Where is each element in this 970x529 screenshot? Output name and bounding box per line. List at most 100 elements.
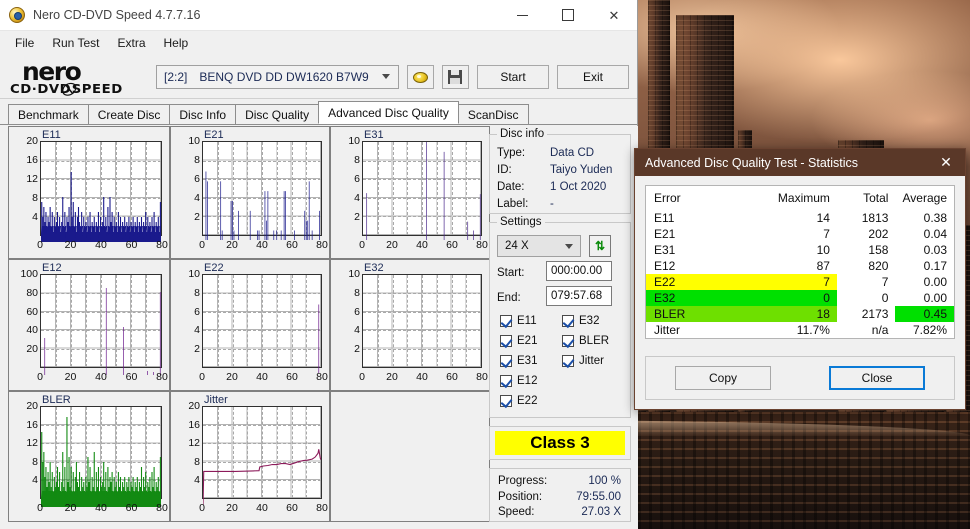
x-tick-label: 60 bbox=[125, 371, 138, 383]
tab-create-disc[interactable]: Create Disc bbox=[87, 104, 171, 124]
drive-select-label: [2:2] BENQ DVD DD DW1620 B7W9 bbox=[164, 69, 369, 84]
x-tick-label: 0 bbox=[37, 239, 43, 251]
data-series bbox=[363, 142, 481, 240]
toolbar: nero CD·DVD⃠SPEED [2:2] BENQ DVD DD DW16… bbox=[0, 55, 637, 99]
speed-select[interactable]: 24 X bbox=[497, 235, 581, 257]
statistics-dialog-title-bar: Advanced Disc Quality Test - Statistics … bbox=[635, 149, 965, 176]
table-row[interactable]: E22 7 7 0.00 bbox=[646, 274, 954, 290]
y-tick-label: 6 bbox=[354, 173, 360, 185]
y-tick-label: 4 bbox=[194, 192, 200, 204]
cell-maximum: 7 bbox=[769, 274, 837, 290]
x-tick-label: 60 bbox=[446, 371, 458, 383]
chart-title: E11 bbox=[42, 129, 61, 141]
y-tick-label: 4 bbox=[194, 474, 200, 487]
nero-main-window: Nero CD-DVD Speed 4.7.7.16 ✕ File Run Te… bbox=[0, 0, 638, 529]
cell-total: 820 bbox=[868, 259, 889, 273]
statistics-close-icon[interactable]: ✕ bbox=[927, 149, 965, 176]
table-row[interactable]: BLER 18 2173 0.45 bbox=[646, 306, 954, 322]
plot-area bbox=[40, 274, 162, 368]
disc-id-label: ID: bbox=[497, 164, 512, 176]
x-tick-label: 0 bbox=[199, 239, 205, 251]
menu-item-extra[interactable]: Extra bbox=[108, 33, 154, 53]
copy-button[interactable]: Copy bbox=[675, 366, 771, 390]
cell-average: 0.04 bbox=[923, 227, 947, 241]
end-time-label: End: bbox=[497, 292, 521, 304]
window-controls: ✕ bbox=[499, 0, 637, 31]
menu-item-help[interactable]: Help bbox=[155, 33, 198, 53]
save-button[interactable] bbox=[441, 64, 469, 89]
check-icon bbox=[562, 355, 574, 367]
tab-disc-quality[interactable]: Disc Quality bbox=[235, 104, 320, 124]
checkbox-bler[interactable]: BLER bbox=[562, 335, 609, 347]
start-time-input[interactable]: 000:00.00 bbox=[546, 261, 612, 281]
cell-error: E31 bbox=[654, 243, 676, 257]
minimize-button[interactable] bbox=[499, 0, 545, 31]
table-row[interactable]: Jitter 11.7% n/a 7.82% bbox=[646, 322, 954, 338]
y-tick-label: 8 bbox=[354, 154, 360, 166]
x-tick-label: 0 bbox=[37, 502, 43, 514]
cell-total: 2173 bbox=[861, 307, 889, 321]
x-tick-label: 20 bbox=[64, 239, 77, 251]
checkbox-e12-label: E12 bbox=[517, 375, 538, 387]
table-row[interactable]: E32 0 0 0.00 bbox=[646, 290, 954, 306]
maximize-button[interactable] bbox=[545, 0, 591, 31]
chart-e31: E31 2 4 6 8 10 0 20 40 60 80 bbox=[330, 126, 490, 259]
table-row[interactable]: E31 10 158 0.03 bbox=[646, 242, 954, 258]
y-tick-label: 12 bbox=[26, 437, 38, 450]
eject-button[interactable] bbox=[406, 64, 434, 89]
tab-scandisc[interactable]: ScanDisc bbox=[457, 104, 529, 124]
x-tick-label: 40 bbox=[256, 502, 268, 514]
table-row[interactable]: E21 7 202 0.04 bbox=[646, 226, 954, 242]
chart-bler: BLER 4 8 12 16 20 0 20 40 60 80 bbox=[8, 391, 170, 522]
table-row[interactable]: E12 87 820 0.17 bbox=[646, 258, 954, 274]
y-axis-labels: 2 4 6 8 10 bbox=[171, 135, 200, 236]
checkbox-e11[interactable]: E11 bbox=[500, 315, 537, 327]
checkbox-jitter[interactable]: Jitter bbox=[562, 355, 604, 367]
table-row[interactable]: E11 14 1813 0.38 bbox=[646, 210, 954, 226]
x-tick-label: 80 bbox=[316, 502, 328, 514]
y-tick-label: 8 bbox=[32, 455, 38, 468]
y-tick-label: 8 bbox=[354, 286, 360, 299]
x-tick-label: 40 bbox=[256, 371, 268, 383]
drive-select[interactable]: [2:2] BENQ DVD DD DW1620 B7W9 bbox=[156, 64, 399, 89]
data-series bbox=[203, 407, 321, 505]
tab-advanced-disc-quality[interactable]: Advanced Disc Quality bbox=[318, 101, 459, 124]
data-series bbox=[41, 142, 161, 242]
y-tick-label: 6 bbox=[194, 173, 200, 185]
nero-disc-icon bbox=[9, 7, 25, 23]
checkbox-e21[interactable]: E21 bbox=[500, 335, 537, 347]
tab-disc-info[interactable]: Disc Info bbox=[169, 104, 237, 124]
y-tick-label: 12 bbox=[188, 437, 200, 450]
cell-maximum: 14 bbox=[816, 211, 830, 225]
y-tick-label: 8 bbox=[194, 286, 200, 299]
end-time-input[interactable]: 079:57.68 bbox=[546, 286, 612, 306]
menu-item-run-test[interactable]: Run Test bbox=[43, 33, 108, 53]
y-tick-label: 2 bbox=[354, 211, 360, 223]
disc-label-value: - bbox=[550, 198, 554, 210]
chart-e11: E11 4 8 12 16 20 0 20 40 60 80 bbox=[8, 126, 170, 259]
refresh-button[interactable]: ⇅ bbox=[589, 235, 611, 257]
cell-error: Jitter bbox=[654, 323, 681, 337]
x-tick-label: 80 bbox=[476, 239, 488, 251]
cell-total: 0 bbox=[881, 291, 889, 305]
close-dialog-button[interactable]: Close bbox=[829, 366, 925, 390]
settings-panel: Settings 24 X ⇅ Start: 000:00.00 End: 07… bbox=[489, 216, 631, 418]
checkbox-e12[interactable]: E12 bbox=[500, 375, 537, 387]
statistics-dialog-body: Error Maximum Total Average E11 14 1813 0.3… bbox=[635, 176, 965, 339]
statistics-table-body: E11 14 1813 0.38 E21 7 202 0.04 E31 10 158 0.03 E12 8… bbox=[646, 210, 954, 338]
tab-benchmark[interactable]: Benchmark bbox=[8, 104, 89, 124]
disc-date-label: Date: bbox=[497, 181, 525, 193]
check-icon bbox=[500, 375, 512, 387]
check-icon bbox=[500, 355, 512, 367]
settings-legend: Settings bbox=[497, 216, 545, 228]
start-button[interactable]: Start bbox=[477, 64, 549, 89]
checkbox-e22[interactable]: E22 bbox=[500, 395, 537, 407]
speed-select-value: 24 X bbox=[505, 240, 529, 252]
x-axis-labels: 0 20 40 60 80 bbox=[37, 371, 168, 385]
checkbox-e32[interactable]: E32 bbox=[562, 315, 599, 327]
column-header-average: Average bbox=[902, 191, 947, 205]
close-button[interactable]: ✕ bbox=[591, 0, 637, 31]
menu-item-file[interactable]: File bbox=[6, 33, 43, 53]
exit-button[interactable]: Exit bbox=[557, 64, 629, 89]
checkbox-e31[interactable]: E31 bbox=[500, 355, 537, 367]
